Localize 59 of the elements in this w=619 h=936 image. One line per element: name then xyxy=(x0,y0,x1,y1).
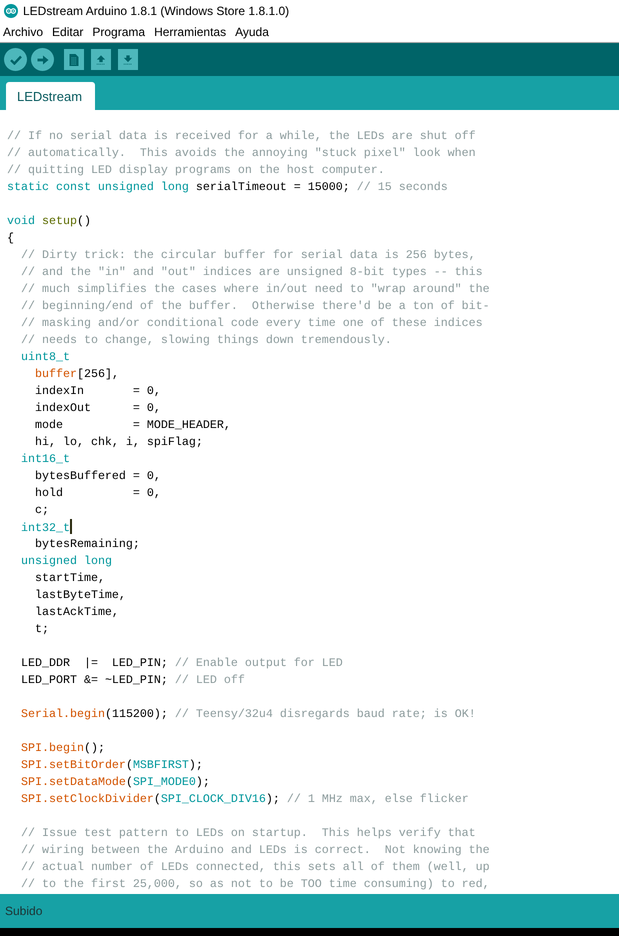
code-line: // much simplifies the cases where in/out need to "wrap around" the xyxy=(21,282,490,296)
code-line: // Issue test pattern to LEDs on startup. This helps verify that xyxy=(21,826,476,840)
code-line: void setup() xyxy=(7,214,91,228)
menu-item[interactable]: Archivo xyxy=(3,25,44,39)
open-button[interactable] xyxy=(91,49,111,70)
code-line: int32_t xyxy=(21,521,70,535)
code-line: // to the first 25,000, so as not to be TOO time consuming) to red, xyxy=(21,877,490,891)
new-button[interactable] xyxy=(64,49,84,70)
code-line: // quitting LED display programs on the host computer. xyxy=(7,163,385,177)
verify-button[interactable] xyxy=(4,48,27,71)
code-line: int16_t xyxy=(21,452,70,466)
menu-item[interactable]: Editar xyxy=(52,25,84,39)
code-line: { xyxy=(7,231,14,245)
code-line: // Dirty trick: the circular buffer for serial data is 256 bytes, xyxy=(21,248,476,262)
code-line: hi, lo, chk, i, spiFlag; xyxy=(34,435,203,449)
code-line: indexIn = 0, xyxy=(34,384,161,398)
code-line: SPI.setBitOrder(MSBFIRST); xyxy=(21,758,203,772)
arrow-down-icon xyxy=(123,54,133,66)
window-title: LEDstream Arduino 1.8.1 (Windows Store 1.8.1.0) xyxy=(23,4,290,18)
code-line: // actual number of LEDs connected, this sets all of them (well, up xyxy=(21,860,490,874)
code-line: static const unsigned long serialTimeout = 15000; // 15 seconds xyxy=(7,180,448,194)
check-icon xyxy=(10,54,22,64)
code-line: SPI.setDataMode(SPI_MODE0); xyxy=(21,775,210,789)
code-line: Serial.begin(115200); // Teensy/32u4 disregards baud rate; is OK! xyxy=(21,707,476,721)
code-line: LED_PORT &= ~LED_PIN; // LED off xyxy=(21,673,245,687)
code-line: SPI.setClockDivider(SPI_CLOCK_DIV16); // 1 MHz max, else flicker xyxy=(21,792,469,806)
code-line: // If no serial data is received for a while, the LEDs are shut off xyxy=(7,129,476,143)
app-logo-icon xyxy=(4,4,18,18)
code-line: c; xyxy=(34,503,49,517)
save-button[interactable] xyxy=(118,49,138,70)
code-line: // wiring between the Arduino and LEDs is correct. Not knowing the xyxy=(21,843,490,857)
tab[interactable]: LEDstream xyxy=(6,82,96,110)
arrow-right-icon xyxy=(36,54,48,64)
code-line: // beginning/end of the buffer. Otherwise there'd be a ton of bit- xyxy=(21,299,490,313)
code-line: // masking and/or conditional code every time one of these indices xyxy=(21,316,483,330)
code-line: LED_DDR |= LED_PIN; // Enable output for LED xyxy=(21,656,343,670)
code-line: t; xyxy=(34,622,49,636)
code-line: bytesRemaining; xyxy=(34,537,140,551)
document-icon xyxy=(69,54,79,66)
code-line: uint8_t xyxy=(21,350,70,364)
arrow-up-icon xyxy=(96,54,106,66)
code-line: mode = MODE_HEADER, xyxy=(34,418,231,432)
code-line: bytesBuffered = 0, xyxy=(34,469,161,483)
code-line: // and the "in" and "out" indices are unsigned 8-bit types -- this xyxy=(21,265,483,279)
code-line: indexOut = 0, xyxy=(34,401,161,415)
code-line: lastByteTime, xyxy=(34,588,126,602)
code-line: SPI.begin(); xyxy=(21,741,105,755)
code-line: startTime, xyxy=(34,571,105,585)
code-line: hold = 0, xyxy=(34,486,161,500)
code-line: lastAckTime, xyxy=(34,605,119,619)
status-message: Subido xyxy=(5,904,42,918)
code-line: // needs to change, slowing things down tremendously. xyxy=(21,333,392,347)
menu-item[interactable]: Ayuda xyxy=(235,25,269,39)
code-line: unsigned long xyxy=(21,554,112,568)
menu-item[interactable]: Programa xyxy=(92,25,146,39)
code-line: // automatically. This avoids the annoying "stuck pixel" look when xyxy=(7,146,476,160)
menu-item[interactable]: Herramientas xyxy=(154,25,226,39)
code-line: buffer[256], xyxy=(34,367,119,381)
upload-button[interactable] xyxy=(31,48,54,71)
